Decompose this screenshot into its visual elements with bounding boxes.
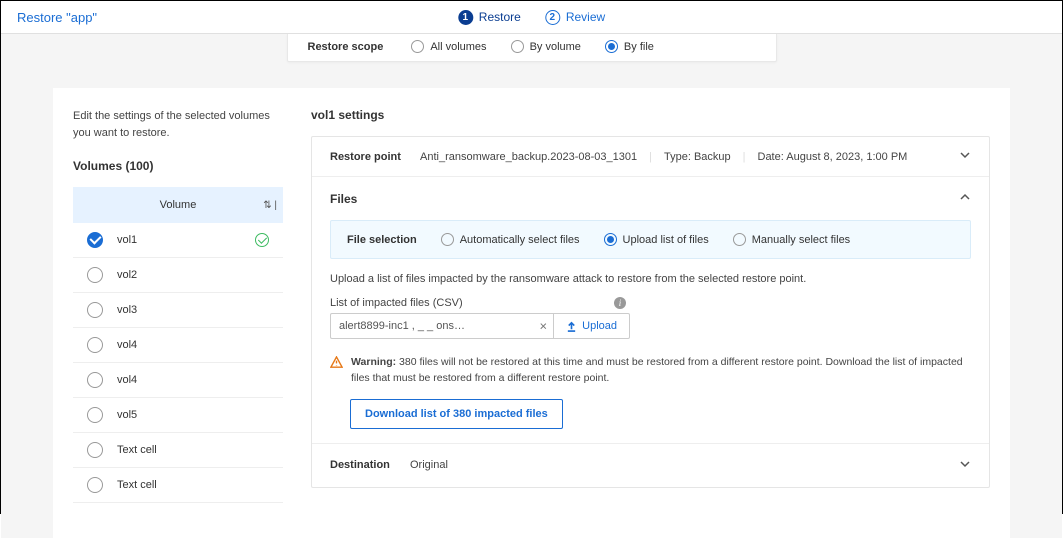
page-title: Restore "app" bbox=[17, 10, 97, 25]
scope-label: Restore scope bbox=[308, 41, 384, 53]
chevron-down-icon[interactable] bbox=[959, 149, 971, 164]
volume-column-header[interactable]: Volume ⇅ | bbox=[73, 187, 283, 223]
volume-name: vol4 bbox=[117, 374, 283, 386]
volume-name: Text cell bbox=[117, 444, 283, 456]
scope-option-by-volume[interactable]: By volume bbox=[511, 40, 581, 53]
volume-row[interactable]: vol2 bbox=[73, 258, 283, 293]
volume-checkbox[interactable] bbox=[87, 477, 103, 493]
upload-button[interactable]: Upload bbox=[553, 313, 630, 339]
restore-point-row[interactable]: Restore point Anti_ransomware_backup.202… bbox=[312, 137, 989, 177]
settings-panel: vol1 settings Restore point Anti_ransomw… bbox=[299, 88, 1010, 538]
sort-icon[interactable]: ⇅ | bbox=[263, 200, 277, 211]
volume-row[interactable]: vol4 bbox=[73, 328, 283, 363]
csv-label: List of impacted files (CSV) bbox=[330, 297, 463, 309]
info-icon[interactable]: i bbox=[614, 297, 626, 309]
warning-message: Warning: 380 files will not be restored … bbox=[330, 355, 971, 387]
volume-name: Text cell bbox=[117, 479, 283, 491]
volume-name: vol4 bbox=[117, 339, 283, 351]
volume-checkbox[interactable] bbox=[87, 302, 103, 318]
volume-row[interactable]: Text cell bbox=[73, 433, 283, 468]
top-bar: Restore "app" 1 Restore 2 Review bbox=[1, 1, 1062, 34]
fs-option-manual[interactable]: Manually select files bbox=[733, 233, 850, 246]
volume-checkbox[interactable] bbox=[87, 407, 103, 423]
volume-name: vol1 bbox=[117, 234, 241, 246]
csv-file-input[interactable]: alert8899-inc1 , _ _ ons… × bbox=[330, 313, 553, 339]
volume-row[interactable]: vol1 bbox=[73, 223, 283, 258]
step-review[interactable]: 2 Review bbox=[545, 10, 605, 25]
step-restore[interactable]: 1 Restore bbox=[458, 10, 521, 25]
volumes-sidebar: Edit the settings of the selected volume… bbox=[53, 88, 299, 538]
volume-checkbox[interactable] bbox=[87, 337, 103, 353]
volume-checkbox[interactable] bbox=[87, 442, 103, 458]
file-selection-box: File selection Automatically select file… bbox=[330, 220, 971, 259]
volume-row[interactable]: vol3 bbox=[73, 293, 283, 328]
upload-description: Upload a list of files impacted by the r… bbox=[330, 273, 971, 285]
settings-title: vol1 settings bbox=[299, 108, 990, 122]
volume-row[interactable]: vol5 bbox=[73, 398, 283, 433]
destination-row[interactable]: Destination Original bbox=[312, 444, 989, 487]
sidebar-description: Edit the settings of the selected volume… bbox=[73, 108, 299, 141]
status-ok-icon bbox=[255, 233, 269, 247]
files-section-title: Files bbox=[330, 192, 357, 206]
files-section: Files File selection Automatically selec… bbox=[312, 177, 989, 444]
fs-option-auto[interactable]: Automatically select files bbox=[441, 233, 580, 246]
volume-name: vol3 bbox=[117, 304, 283, 316]
chevron-up-icon[interactable] bbox=[959, 191, 971, 206]
fs-option-upload[interactable]: Upload list of files bbox=[604, 233, 709, 246]
volume-name: vol2 bbox=[117, 269, 283, 281]
volume-name: vol5 bbox=[117, 409, 283, 421]
chevron-down-icon[interactable] bbox=[959, 458, 971, 473]
download-impacted-files-button[interactable]: Download list of 380 impacted files bbox=[350, 399, 563, 429]
volume-checkbox[interactable] bbox=[87, 267, 103, 283]
scope-option-all-volumes[interactable]: All volumes bbox=[411, 40, 486, 53]
volume-row[interactable]: Text cell bbox=[73, 468, 283, 503]
volumes-heading: Volumes (100) bbox=[73, 159, 299, 173]
clear-file-icon[interactable]: × bbox=[540, 319, 548, 334]
restore-scope-bar: Restore scope All volumes By volume By f… bbox=[287, 34, 777, 62]
stepper: 1 Restore 2 Review bbox=[458, 10, 605, 25]
scope-option-by-file[interactable]: By file bbox=[605, 40, 654, 53]
volume-checkbox[interactable] bbox=[87, 232, 103, 248]
warning-icon bbox=[330, 356, 343, 369]
volume-row[interactable]: vol4 bbox=[73, 363, 283, 398]
volume-checkbox[interactable] bbox=[87, 372, 103, 388]
